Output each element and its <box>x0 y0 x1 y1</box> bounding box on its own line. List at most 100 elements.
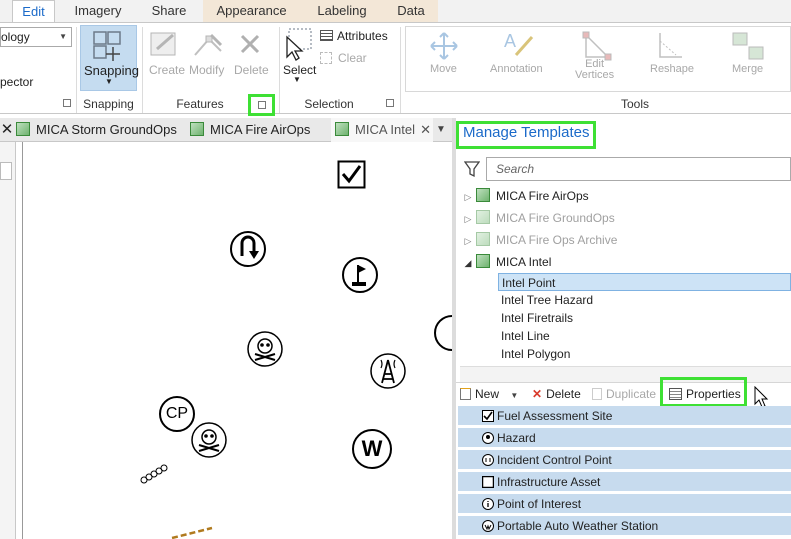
expand-arrow-icon[interactable]: ▷ <box>460 188 476 206</box>
duplicate-template-button[interactable]: Duplicate <box>592 384 656 404</box>
annotation-button[interactable]: Annotation <box>490 63 543 75</box>
layer-item-intel-polygon[interactable]: Intel Polygon <box>498 345 791 363</box>
partial-symbol-icon <box>434 315 452 351</box>
u-turn-symbol-icon <box>230 231 266 267</box>
new-template-button[interactable]: New ▼ <box>460 384 518 404</box>
feature-template-row[interactable]: Point of Interest <box>458 494 791 514</box>
feature-template-row[interactable]: Fuel Assessment Site <box>458 406 791 426</box>
tower-symbol-icon <box>370 353 406 389</box>
feature-template-row[interactable]: Incident Control Point <box>458 450 791 470</box>
tab-overflow-icon[interactable]: ▼ <box>436 118 450 142</box>
attributes-label: Attributes <box>337 29 388 43</box>
chevron-down-icon: ▼ <box>59 32 67 41</box>
snapping-button[interactable]: Snapping ▼ <box>80 25 139 91</box>
dialog-launcher-icon[interactable] <box>63 99 71 107</box>
map-icon <box>16 122 30 136</box>
tab-mica-fire-airops[interactable]: MICA Fire AirOps <box>190 118 320 142</box>
info-symbol-icon <box>482 498 494 510</box>
delete-label: Delete <box>546 387 581 401</box>
tree-item-label: MICA Fire AirOps <box>496 189 589 203</box>
close-icon[interactable]: ✕ <box>420 118 431 142</box>
map-icon <box>476 188 490 202</box>
feature-template-row[interactable]: Portable Auto Weather Station <box>458 516 791 536</box>
checkbox-symbol-icon <box>482 410 494 422</box>
tree-item-label: MICA Intel <box>496 255 552 269</box>
tree-item-mica-fire-airops[interactable]: ▷ MICA Fire AirOps <box>460 187 589 205</box>
collapse-arrow-icon[interactable]: ◢ <box>460 254 476 272</box>
weather-station-symbol: W <box>352 429 392 469</box>
svg-text:A: A <box>504 31 516 51</box>
reshape-button[interactable]: Reshape <box>650 63 694 75</box>
filter-icon[interactable] <box>463 160 481 178</box>
control-point-label: CP <box>165 405 189 422</box>
tree-item-label: MICA Fire GroundOps <box>496 211 615 225</box>
flag-symbol-icon <box>342 257 378 293</box>
chevron-down-icon: ▼ <box>510 391 519 400</box>
tree-item-mica-intel[interactable]: ◢ MICA Intel <box>460 253 551 271</box>
tab-share[interactable]: Share <box>140 0 198 22</box>
tab-edit[interactable]: Edit <box>12 0 55 22</box>
search-input[interactable]: Search <box>486 157 791 181</box>
layer-combo[interactable]: ology ▼ <box>0 27 72 47</box>
layer-label: Intel Polygon <box>501 347 571 361</box>
tab-mica-storm-groundops[interactable]: MICA Storm GroundOps <box>14 118 183 142</box>
group-separator <box>279 27 280 113</box>
features-group-label: Features <box>176 97 224 111</box>
layer-item-intel-firetrails[interactable]: Intel Firetrails <box>498 309 791 327</box>
tab-label: MICA Intel <box>355 122 415 137</box>
feature-template-row[interactable]: Infrastructure Asset <box>458 472 791 492</box>
annotation-icon: A <box>504 31 534 56</box>
modify-button[interactable]: Modify <box>189 63 224 77</box>
tree-item-label: MICA Fire Ops Archive <box>496 233 618 247</box>
map-icon <box>190 122 204 136</box>
layer-item-intel-line[interactable]: Intel Line <box>498 327 791 345</box>
delete-icon <box>240 34 260 54</box>
feature-template-label: Portable Auto Weather Station <box>497 519 659 533</box>
map-icon <box>476 254 490 268</box>
inspector-label[interactable]: pector <box>0 75 33 89</box>
tab-appearance[interactable]: Appearance <box>203 0 300 22</box>
dialog-launcher-icon[interactable] <box>386 99 394 107</box>
collapsed-dropdown[interactable] <box>0 162 12 180</box>
dashed-line-icon <box>171 526 213 539</box>
attributes-button[interactable]: Attributes <box>320 29 388 43</box>
group-separator <box>400 27 401 113</box>
create-button[interactable]: Create <box>149 63 185 77</box>
hazard-skull-symbol-icon <box>482 432 494 444</box>
layer-label: Intel Point <box>502 276 556 290</box>
tree-item-mica-fire-ops-archive[interactable]: ▷ MICA Fire Ops Archive <box>460 231 617 249</box>
layer-label: Intel Firetrails <box>501 311 574 325</box>
expand-arrow-icon[interactable]: ▷ <box>460 210 476 228</box>
delete-button[interactable]: Delete <box>234 63 269 77</box>
close-icon[interactable]: ✕ <box>0 118 14 142</box>
properties-icon <box>669 388 682 400</box>
select-icon <box>286 28 312 61</box>
square-symbol-icon <box>482 476 494 488</box>
tab-labeling[interactable]: Labeling <box>300 0 384 22</box>
layer-item-intel-tree-hazard[interactable]: Intel Tree Hazard <box>498 291 791 309</box>
tools-group-label: Tools <box>620 97 649 111</box>
feature-template-row[interactable]: Hazard <box>458 428 791 448</box>
expand-arrow-icon[interactable]: ▷ <box>460 232 476 250</box>
features-dialog-launcher-icon[interactable] <box>258 101 266 109</box>
tab-label: MICA Fire AirOps <box>210 122 311 137</box>
tab-mica-intel[interactable]: MICA Intel ✕ <box>331 118 433 142</box>
merge-button[interactable]: Merge <box>732 63 763 75</box>
properties-button[interactable]: Properties <box>669 384 741 404</box>
layer-item-intel-point[interactable]: Intel Point <box>498 273 791 291</box>
tab-data[interactable]: Data <box>384 0 438 22</box>
map-view[interactable] <box>22 142 452 539</box>
tab-imagery[interactable]: Imagery <box>64 0 132 22</box>
new-template-icon <box>460 388 471 400</box>
create-icon <box>150 32 176 56</box>
tree-item-mica-fire-groundops[interactable]: ▷ MICA Fire GroundOps <box>460 209 615 227</box>
clear-selection-icon <box>320 52 332 64</box>
snapping-group-label: Snapping <box>83 97 134 111</box>
clear-button[interactable]: Clear <box>320 51 367 65</box>
edit-vertices-button[interactable]: Edit Vertices <box>575 59 614 81</box>
delete-template-button[interactable]: ✕ Delete <box>532 384 581 404</box>
properties-label: Properties <box>686 387 741 401</box>
map-icon <box>476 232 490 246</box>
move-button[interactable]: Move <box>430 63 457 75</box>
hazard-skull-symbol-icon <box>191 422 227 458</box>
